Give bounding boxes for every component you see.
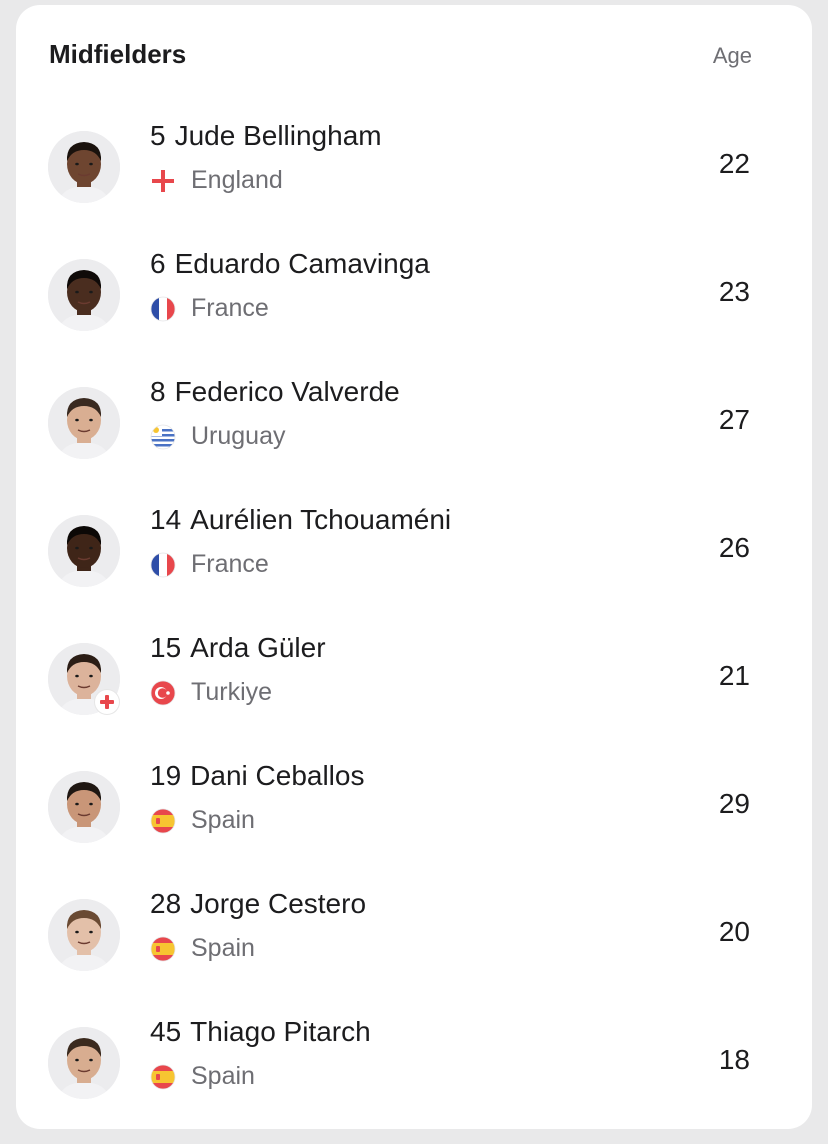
shirt-number: 15: [150, 632, 182, 663]
player-photo[interactable]: [48, 387, 120, 459]
player-row[interactable]: 19 Dani Ceballos Spain 29: [16, 750, 812, 878]
shirt-number: 6: [150, 248, 166, 279]
player-name-line[interactable]: 6 Eduardo Camavinga: [150, 248, 430, 280]
player-age: 22: [718, 148, 750, 179]
country-name: Spain: [191, 934, 255, 962]
player-row[interactable]: 5 Jude Bellingham England 22: [16, 110, 812, 238]
player-photo[interactable]: [48, 771, 120, 843]
player-row[interactable]: 28 Jorge Cestero Spain 20: [16, 878, 812, 1006]
player-name: Arda Güler: [190, 632, 326, 663]
shirt-number: 8: [150, 376, 166, 407]
england-flag-icon: [152, 169, 174, 192]
country-name: Uruguay: [191, 422, 286, 450]
player-nationality: Spain: [150, 934, 255, 963]
medical-cross-badge-icon: [95, 690, 119, 714]
shirt-number: 5: [150, 120, 166, 151]
france-flag-icon: [150, 552, 176, 577]
shirt-number: 28: [150, 888, 182, 919]
player-name: Jorge Cestero: [190, 888, 367, 919]
player-name-line[interactable]: 8 Federico Valverde: [150, 376, 400, 408]
age-column-header: Age: [712, 43, 752, 68]
country-name: Turkiye: [191, 678, 273, 706]
country-name: Spain: [191, 806, 255, 834]
player-nationality: Spain: [150, 1062, 255, 1091]
player-name: Dani Ceballos: [190, 760, 365, 791]
france-flag-icon: [150, 296, 176, 321]
player-nationality: Uruguay: [150, 422, 286, 451]
player-photo[interactable]: [48, 131, 120, 203]
shirt-number: 45: [150, 1016, 182, 1047]
player-name: Federico Valverde: [174, 376, 400, 407]
player-photo[interactable]: [48, 259, 120, 331]
player-age: 20: [718, 916, 750, 947]
player-nationality: Turkiye: [150, 678, 272, 707]
player-age: 27: [718, 404, 750, 435]
player-photo[interactable]: [48, 1027, 120, 1099]
player-name: Jude Bellingham: [174, 120, 382, 151]
country-name: Spain: [191, 1062, 255, 1090]
player-age: 23: [718, 276, 750, 307]
player-name-line[interactable]: 45 Thiago Pitarch: [150, 1016, 371, 1048]
player-row[interactable]: 45 Thiago Pitarch Spain 18: [16, 1006, 812, 1134]
player-age: 21: [718, 660, 750, 691]
player-nationality: France: [150, 550, 269, 579]
player-photo[interactable]: [48, 643, 120, 715]
spain-flag-icon: [150, 808, 176, 833]
player-row[interactable]: 15 Arda Güler Turkiye 21: [16, 622, 812, 750]
player-name: Aurélien Tchouaméni: [190, 504, 452, 535]
player-nationality: France: [150, 294, 269, 323]
player-photo[interactable]: [48, 515, 120, 587]
player-name: Eduardo Camavinga: [174, 248, 430, 279]
player-name-line[interactable]: 19 Dani Ceballos: [150, 760, 364, 792]
player-name: Thiago Pitarch: [190, 1016, 371, 1047]
player-age: 29: [718, 788, 750, 819]
player-name-line[interactable]: 5 Jude Bellingham: [150, 120, 382, 152]
section-title: Midfielders: [49, 39, 187, 69]
country-name: France: [191, 294, 269, 322]
country-name: England: [191, 166, 283, 194]
player-row[interactable]: 6 Eduardo Camavinga France 23: [16, 238, 812, 366]
shirt-number: 19: [150, 760, 182, 791]
player-name-line[interactable]: 15 Arda Güler: [150, 632, 326, 664]
spain-flag-icon: [150, 936, 176, 961]
uruguay-flag-icon: [150, 424, 176, 449]
player-age: 26: [718, 532, 750, 563]
shirt-number: 14: [150, 504, 182, 535]
player-age: 18: [718, 1044, 750, 1075]
player-name-line[interactable]: 28 Jorge Cestero: [150, 888, 366, 920]
player-row[interactable]: 14 Aurélien Tchouaméni France 26: [16, 494, 812, 622]
player-name-line[interactable]: 14 Aurélien Tchouaméni: [150, 504, 451, 536]
player-nationality: England: [150, 166, 283, 195]
player-row[interactable]: 8 Federico Valverde Uruguay 27: [16, 366, 812, 494]
section-header: Midfielders Age: [16, 5, 812, 110]
country-name: France: [191, 550, 269, 578]
turkey-flag-icon: [150, 680, 176, 705]
player-nationality: Spain: [150, 806, 255, 835]
spain-flag-icon: [150, 1064, 176, 1089]
midfielders-card: Midfielders Age 5 Jude Bellingham England 2…: [16, 5, 812, 1129]
player-photo[interactable]: [48, 899, 120, 971]
